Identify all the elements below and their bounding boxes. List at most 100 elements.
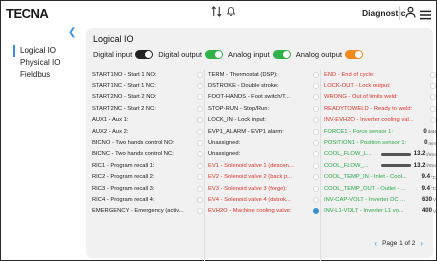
- io-signal-label: BICNC - Two hands control NC:: [92, 151, 174, 158]
- io-signal-label: EV2 - Solenoid valve 2 (back p...: [208, 174, 293, 181]
- status-led-icon: [430, 71, 436, 78]
- io-value: 13.2: [413, 162, 426, 169]
- io-row: START1NO - Start 1 NO:: [92, 69, 203, 80]
- io-row: Unassigned:: [208, 149, 319, 160]
- io-unit: V: [432, 208, 436, 214]
- io-signal-label: START1NC - Start 1 NC:: [92, 83, 156, 90]
- io-signal-label: RIC1 - Program recall 1:: [92, 162, 155, 169]
- io-signal-label: WRONG - Out of limits weld:: [324, 94, 398, 101]
- io-row: POSITION1 - Position sensor 1: 0 mm: [324, 137, 436, 148]
- io-signal-label: AUX1 - Aux 1:: [92, 117, 129, 124]
- io-signal-label: FOOT-HANDS - Foot switch/T...: [208, 94, 290, 101]
- io-signal-label: EMERGENCY - Emergency (activ...: [92, 208, 184, 215]
- previous-page-chevron-icon[interactable]: ‹: [374, 239, 377, 248]
- header-divider: [399, 6, 400, 20]
- legend-label-digital-output: Digital output: [158, 50, 202, 59]
- io-row: COOL_FLOW_L... 13.2 l/min: [324, 149, 436, 160]
- io-row: EMERGENCY - Emergency (activ...: [92, 206, 203, 217]
- page-title: Logical IO: [93, 34, 134, 44]
- io-row: EVH2O - Machine cooling valve:: [208, 206, 319, 217]
- next-page-chevron-icon[interactable]: ›: [420, 239, 423, 248]
- status-led-icon: [313, 128, 319, 135]
- status-led-icon: [197, 151, 203, 158]
- io-row: EV3 - Solenoid valve 3 (forge):: [208, 183, 319, 194]
- hamburger-menu-icon[interactable]: [420, 7, 431, 25]
- legend-label-digital-input: Digital input: [93, 50, 133, 59]
- io-signal-label: DSTROKE - Double stroke:: [208, 83, 279, 90]
- io-value: 0: [423, 128, 427, 135]
- status-led-icon: [197, 71, 203, 78]
- status-led-icon: [197, 105, 203, 112]
- status-led-icon: [313, 174, 319, 181]
- bell-icon[interactable]: [226, 6, 236, 17]
- io-row: END - End of cycle:: [324, 69, 436, 80]
- digital-input-toggle[interactable]: [135, 50, 154, 59]
- status-led-icon: [197, 128, 203, 135]
- io-row: EV4 - Solenoid valve 4 (dstrok...: [208, 194, 319, 205]
- io-columns: START1NO - Start 1 NO: START1NC - Start 1…: [92, 69, 436, 217]
- io-unit: daN: [427, 129, 436, 135]
- io-row: READYTOWELD - Ready to weld:: [324, 103, 436, 114]
- io-row: AUX2 - Aux 2:: [92, 126, 203, 137]
- io-row: EVP1_ALARM - EVP1 alarm:: [208, 126, 319, 137]
- io-row: COOL_TEMP_IN - Inlet - Cool... 9.4 °C: [324, 172, 436, 183]
- status-led-icon: [197, 185, 203, 192]
- io-signal-label: STOP-RUN - Stop/Run:: [208, 105, 270, 112]
- status-led-icon: [430, 94, 436, 101]
- sidebar-item-logical-io[interactable]: Logical IO: [13, 45, 77, 57]
- io-signal-label: RIC4 - Program recall 4:: [92, 196, 155, 203]
- pagination: ‹ Page 1 of 2 ›: [374, 239, 423, 248]
- sort-arrows-icon[interactable]: [211, 6, 222, 17]
- io-value: 13.2: [413, 151, 426, 158]
- io-signal-label: COOL_TEMP_IN - Inlet - Cool...: [324, 174, 407, 181]
- status-led-icon: [313, 117, 319, 124]
- io-row: RIC1 - Program recall 1:: [92, 160, 203, 171]
- io-legend: Digital input Digital output Analog inpu…: [93, 50, 368, 59]
- io-signal-label: LOCK-OUT - Lock output:: [324, 83, 391, 90]
- status-led-icon: [197, 196, 203, 203]
- io-row: INV-CAP-VOLT - Inverter DC ... 630 V: [324, 194, 436, 205]
- status-led-icon: [430, 105, 436, 112]
- sidebar-item-physical-io[interactable]: Physical IO: [13, 57, 77, 69]
- status-led-icon: [313, 196, 319, 203]
- io-signal-label: Unassigned:: [208, 151, 241, 158]
- io-row: AUX1 - Aux 1:: [92, 115, 203, 126]
- status-led-icon: [197, 162, 203, 169]
- sidebar: Logical IO Physical IO Fieldbus: [13, 45, 77, 81]
- io-unit: l/min: [426, 151, 436, 157]
- status-led-icon: [313, 83, 319, 90]
- app-window: TECNA Diagnostic ❮ Logical IO Physical I…: [0, 0, 437, 261]
- status-led-icon: [313, 71, 319, 78]
- status-led-icon: [197, 83, 203, 90]
- io-signal-label: START1NO - Start 1 NO:: [92, 71, 157, 78]
- analog-output-toggle[interactable]: [344, 50, 363, 59]
- io-value: 9.4: [421, 174, 430, 181]
- status-led-icon: [313, 151, 319, 158]
- status-led-icon: [313, 94, 319, 101]
- sidebar-item-fieldbus[interactable]: Fieldbus: [13, 69, 77, 81]
- io-row: FOOT-HANDS - Foot switch/T...: [208, 92, 319, 103]
- status-led-icon: [313, 185, 319, 192]
- io-signal-label: EV3 - Solenoid valve 3 (forge):: [208, 185, 287, 192]
- io-row: RIC3 - Program recall 3:: [92, 183, 203, 194]
- io-row: WRONG - Out of limits weld:: [324, 92, 436, 103]
- collapse-sidebar-chevron-icon[interactable]: ❮: [68, 27, 76, 38]
- legend-label-analog-input: Analog input: [227, 50, 270, 59]
- io-signal-label: EV4 - Solenoid valve 4 (dstrok...: [208, 196, 291, 203]
- io-signal-label: START2NO - Start 2 NO:: [92, 94, 157, 101]
- analog-input-toggle[interactable]: [272, 50, 291, 59]
- digital-output-toggle[interactable]: [204, 50, 223, 59]
- io-signal-label: COOL_TEMP_OUT - Outlet - ...: [324, 185, 406, 192]
- user-icon[interactable]: [405, 6, 416, 24]
- io-row: EV2 - Solenoid valve 2 (back p...: [208, 172, 319, 183]
- io-value: 630: [421, 196, 432, 203]
- top-bar: TECNA Diagnostic: [1, 1, 436, 26]
- status-led-icon: [313, 105, 319, 112]
- status-led-icon: [313, 208, 319, 215]
- io-value: 0: [424, 140, 428, 147]
- io-row: EV1 - Solenoid valve 1 (descen...: [208, 160, 319, 171]
- io-signal-label: INV-CAP-VOLT - Inverter DC ...: [324, 196, 405, 203]
- logo: TECNA: [6, 6, 49, 21]
- io-row: START1NC - Start 1 NC:: [92, 80, 203, 91]
- status-led-icon: [430, 117, 436, 124]
